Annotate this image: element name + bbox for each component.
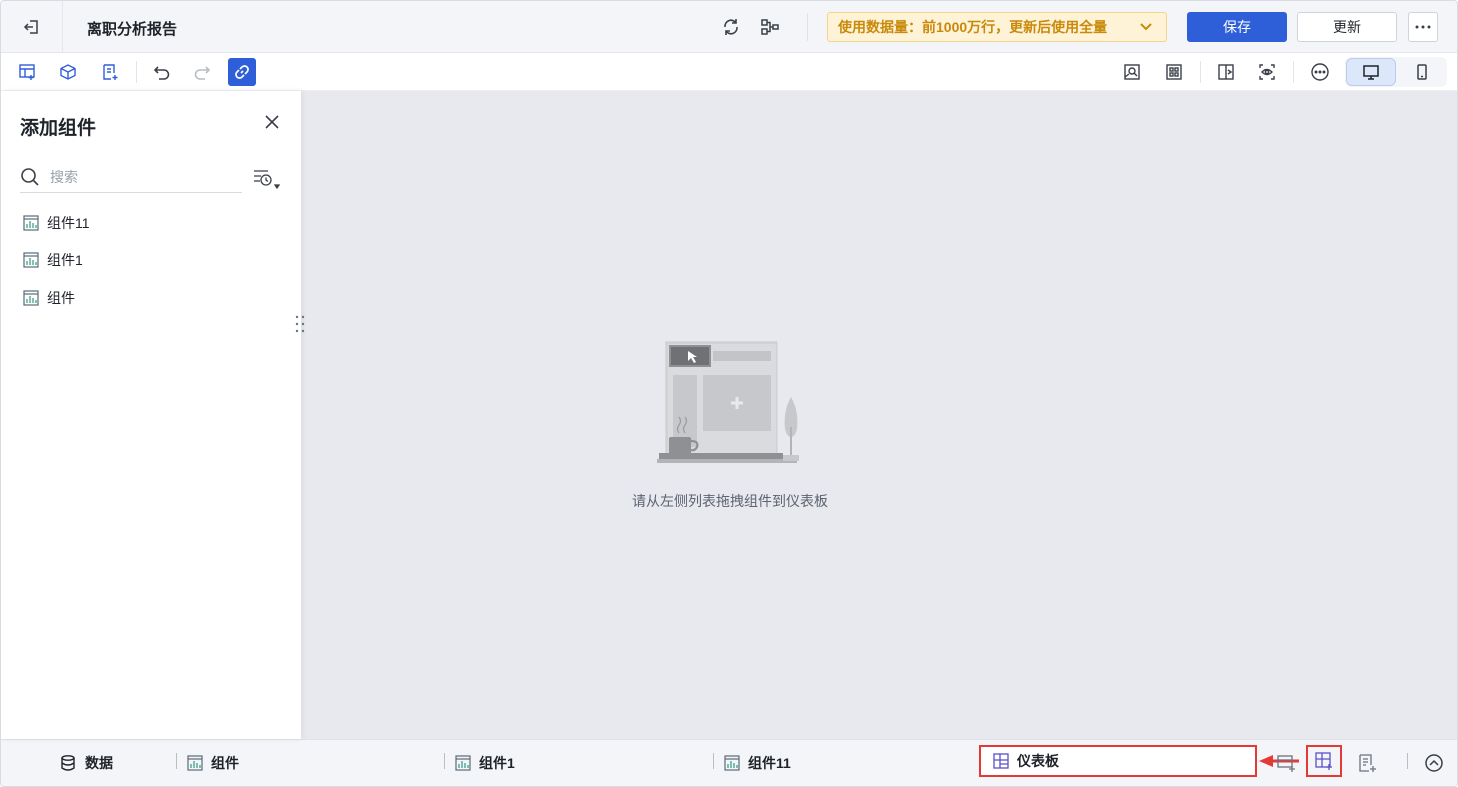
search-input[interactable] (50, 168, 230, 185)
mobile-view-button[interactable] (1397, 58, 1447, 86)
chart-table-icon (23, 290, 39, 306)
database-icon (61, 755, 75, 771)
more-dots-icon (1415, 25, 1431, 29)
update-button[interactable]: 更新 (1297, 12, 1397, 42)
tab-component-11[interactable]: 组件11 (724, 751, 791, 775)
link-button[interactable] (228, 58, 256, 86)
empty-dashboard-illustration (657, 341, 799, 463)
search-icon (21, 167, 39, 186)
exit-icon (23, 20, 38, 34)
exit-button[interactable] (1, 1, 63, 53)
document-add-icon (103, 64, 118, 80)
header-divider (807, 13, 808, 41)
export-panel-icon (1218, 64, 1234, 80)
add-dashboard-icon (1315, 752, 1332, 770)
view-mode-button[interactable] (1253, 58, 1281, 86)
sort-history-icon (254, 170, 281, 190)
tab-label: 组件 (211, 755, 239, 771)
layout-grid-icon (1166, 64, 1182, 80)
more-circle-icon (1311, 63, 1329, 81)
lineage-icon (761, 19, 779, 35)
add-dashboard-button[interactable] (1306, 745, 1342, 777)
add-component-panel: 添加组件 组件11 组件1 (1, 91, 301, 739)
device-toggle (1345, 57, 1447, 87)
add-table-icon (1277, 755, 1295, 772)
tab-separator (713, 753, 714, 769)
data-usage-dropdown[interactable]: 使用数据量：前1000万行，更新后使用全量 (827, 12, 1167, 42)
more-button[interactable] (1408, 12, 1438, 42)
tab-separator (1407, 753, 1408, 769)
tab-component[interactable]: 组件 (187, 751, 239, 775)
save-button[interactable]: 保存 (1187, 12, 1287, 42)
report-title: 离职分析报告 (87, 21, 178, 38)
component-item[interactable]: 组件1 (23, 248, 83, 272)
tab-label: 组件11 (748, 755, 791, 771)
tab-data[interactable]: 数据 (59, 751, 113, 775)
tab-component-1[interactable]: 组件1 (455, 751, 515, 775)
redo-button[interactable] (188, 58, 216, 86)
component-item[interactable]: 组件 (23, 286, 75, 310)
undo-button[interactable] (148, 58, 176, 86)
collapse-tabs-button[interactable] (1419, 748, 1449, 778)
layout-button[interactable] (1160, 58, 1188, 86)
search-field (20, 161, 242, 193)
refresh-button[interactable] (719, 15, 743, 39)
add-component-button[interactable] (13, 58, 41, 86)
component-item-label: 组件11 (47, 215, 90, 231)
data-usage-text: 使用数据量：前1000万行，更新后使用全量 (838, 19, 1108, 35)
component-item-label: 组件 (47, 290, 75, 306)
sort-filter-button[interactable] (251, 166, 283, 192)
drag-dots-icon (295, 315, 305, 333)
close-panel-button[interactable] (261, 111, 283, 133)
add-report-icon (1359, 754, 1376, 772)
dashboard-icon (993, 753, 1009, 769)
add-report-button[interactable] (1352, 748, 1382, 778)
toolbar-divider (1293, 61, 1294, 83)
eye-scan-icon (1259, 64, 1275, 80)
chart-table-icon (455, 755, 471, 771)
toolbar (1, 53, 1457, 91)
toolbar-divider (136, 61, 137, 83)
undo-icon (153, 66, 170, 80)
export-button[interactable] (1212, 58, 1240, 86)
mobile-icon (1417, 64, 1427, 80)
sheet-tab-bar: 数据 组件 组件1 组件11 仪表板 (1, 739, 1457, 786)
panel-resize-handle[interactable] (294, 313, 306, 335)
header-bar: 离职分析报告 使用数据量：前1000万行，更新后使用全量 保存 更新 (1, 1, 1457, 53)
toolbar-divider (1200, 61, 1201, 83)
close-icon (265, 115, 279, 129)
component-item[interactable]: 组件11 (23, 211, 90, 235)
tab-separator (444, 753, 445, 769)
add-component-icon (19, 64, 35, 80)
chevron-down-icon (1140, 23, 1152, 31)
preview-button[interactable] (1118, 58, 1146, 86)
chart-table-icon (23, 215, 39, 231)
tab-label: 仪表板 (1017, 753, 1059, 769)
toolbar-more-button[interactable] (1306, 58, 1334, 86)
tab-dashboard[interactable]: 仪表板 (979, 745, 1257, 777)
tab-label: 组件1 (479, 755, 515, 771)
tab-label: 数据 (85, 755, 113, 771)
chevron-up-circle-icon (1425, 754, 1443, 772)
tab-separator (176, 753, 177, 769)
app-window: 离职分析报告 使用数据量：前1000万行，更新后使用全量 保存 更新 添加组件 … (0, 0, 1458, 787)
chart-table-icon (23, 252, 39, 268)
link-icon (235, 65, 249, 79)
image-search-icon (1124, 64, 1140, 80)
cube-icon (60, 64, 76, 80)
empty-state-text: 请从左侧列表拖拽组件到仪表板 (632, 493, 828, 509)
panel-title: 添加组件 (20, 118, 97, 139)
add-text-button[interactable] (96, 58, 124, 86)
chart-table-icon (187, 755, 203, 771)
add-control-button[interactable] (54, 58, 82, 86)
dashboard-canvas[interactable]: 请从左侧列表拖拽组件到仪表板 (301, 91, 1457, 739)
monitor-icon (1363, 65, 1379, 80)
chart-table-icon (724, 755, 740, 771)
component-item-label: 组件1 (47, 252, 83, 268)
add-component-sheet-button[interactable] (1271, 748, 1301, 778)
lineage-button[interactable] (758, 15, 782, 39)
desktop-view-button[interactable] (1346, 58, 1396, 86)
refresh-icon (724, 19, 738, 35)
redo-icon (194, 66, 211, 80)
